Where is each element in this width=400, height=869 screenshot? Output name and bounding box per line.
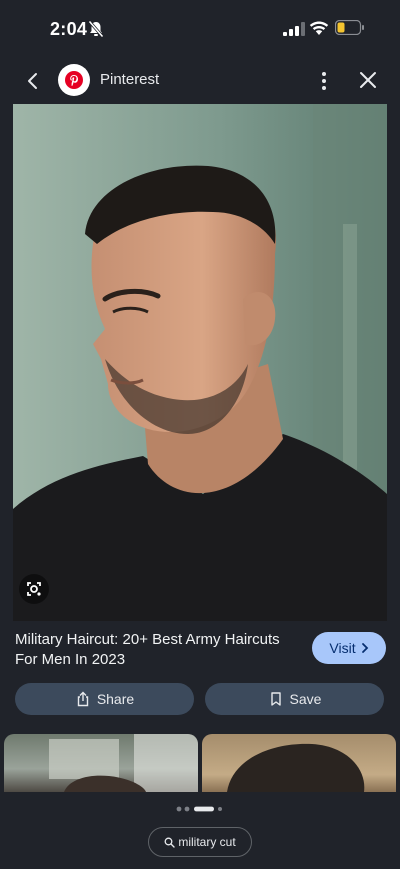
search-chip[interactable]: military cut bbox=[148, 827, 252, 857]
signal-icon bbox=[283, 22, 305, 36]
status-bar: 2:04 bbox=[0, 0, 400, 58]
pinterest-logo-icon bbox=[58, 64, 90, 96]
search-chip-label: military cut bbox=[178, 835, 236, 849]
share-label: Share bbox=[96, 691, 135, 707]
battery-icon bbox=[335, 20, 364, 35]
pager-dot bbox=[218, 807, 222, 811]
pager-dot-active bbox=[194, 806, 214, 812]
visit-button[interactable]: Visit bbox=[312, 632, 386, 664]
lens-icon bbox=[27, 582, 41, 596]
main-image[interactable] bbox=[13, 104, 387, 621]
visit-label: Visit bbox=[329, 640, 356, 656]
share-icon bbox=[77, 691, 89, 707]
related-thumbnail[interactable] bbox=[202, 734, 396, 792]
pager-dots bbox=[176, 800, 226, 812]
save-label: Save bbox=[289, 691, 322, 707]
related-thumbnail[interactable] bbox=[4, 734, 198, 792]
bell-muted-icon bbox=[88, 20, 104, 38]
result-title[interactable]: Military Haircut: 20+ Best Army Haircuts… bbox=[15, 630, 305, 670]
chevron-right-icon bbox=[361, 643, 368, 653]
back-arrow-icon[interactable] bbox=[20, 68, 46, 94]
lens-search-button[interactable] bbox=[19, 574, 49, 604]
source-name[interactable]: Pinterest bbox=[100, 71, 159, 88]
search-icon bbox=[164, 837, 176, 848]
wifi-icon bbox=[309, 21, 329, 35]
close-icon[interactable] bbox=[356, 68, 380, 92]
pager-dot bbox=[184, 806, 190, 812]
more-vertical-icon[interactable] bbox=[314, 68, 334, 94]
share-button[interactable]: Share bbox=[15, 683, 194, 715]
header: Pinterest bbox=[0, 58, 400, 104]
pager-dot bbox=[176, 806, 182, 812]
bookmark-icon bbox=[270, 692, 281, 706]
save-button[interactable]: Save bbox=[205, 683, 384, 715]
status-time: 2:04 bbox=[50, 19, 88, 39]
